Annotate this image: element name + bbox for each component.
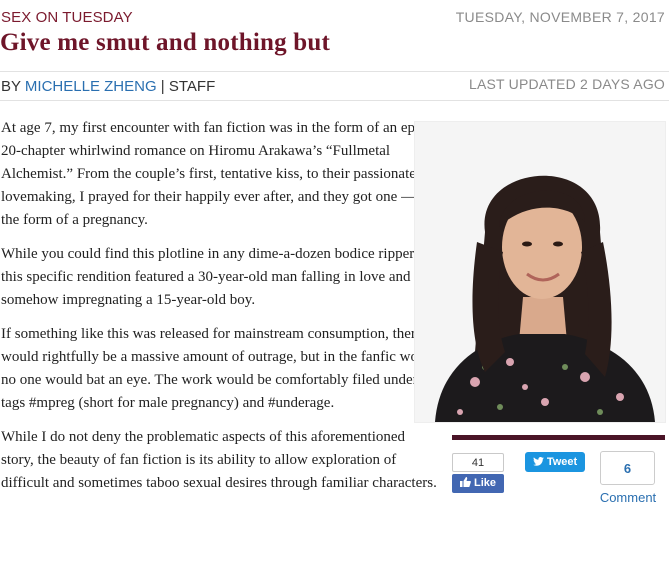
byline: BY MICHELLE ZHENG | STAFF: [1, 78, 215, 95]
facebook-like-button[interactable]: Like: [452, 474, 504, 493]
last-updated: LAST UPDATED 2 DAYS AGO: [469, 76, 665, 92]
byline-bottom-divider: [0, 100, 669, 101]
tweet-button[interactable]: Tweet: [525, 452, 585, 472]
article-paragraph: If something like this was released for …: [1, 326, 440, 411]
author-photo: [414, 121, 666, 423]
byline-role: | STAFF: [156, 78, 216, 95]
byline-top-divider: [0, 71, 669, 72]
twitter-bird-icon: [532, 457, 544, 466]
article-paragraph: At age 7, my first encounter with fan fi…: [1, 120, 432, 228]
thumbs-up-icon: [459, 477, 471, 487]
byline-prefix: BY: [1, 78, 21, 95]
share-divider-bar: [452, 435, 665, 440]
like-label: Like: [473, 477, 496, 489]
publish-date: TUESDAY, NOVEMBER 7, 2017: [455, 9, 665, 25]
like-count: 41: [452, 453, 504, 472]
comment-link[interactable]: Comment: [594, 490, 662, 505]
author-link[interactable]: MICHELLE ZHENG: [25, 78, 157, 95]
author-portrait-illustration: [415, 122, 665, 422]
comment-count-button[interactable]: 6: [600, 451, 655, 485]
article-paragraph: While I do not deny the problematic aspe…: [1, 429, 437, 491]
section-kicker[interactable]: SEX ON TUESDAY: [1, 9, 133, 26]
facebook-like-widget: 41 Like: [452, 453, 504, 493]
article-headline: Give me smut and nothing but: [0, 29, 330, 56]
article-body: At age 7, my first encounter with fan fi…: [1, 117, 441, 506]
article-paragraph: While you could find this plotline in an…: [1, 246, 418, 308]
tweet-label: Tweet: [546, 456, 578, 468]
